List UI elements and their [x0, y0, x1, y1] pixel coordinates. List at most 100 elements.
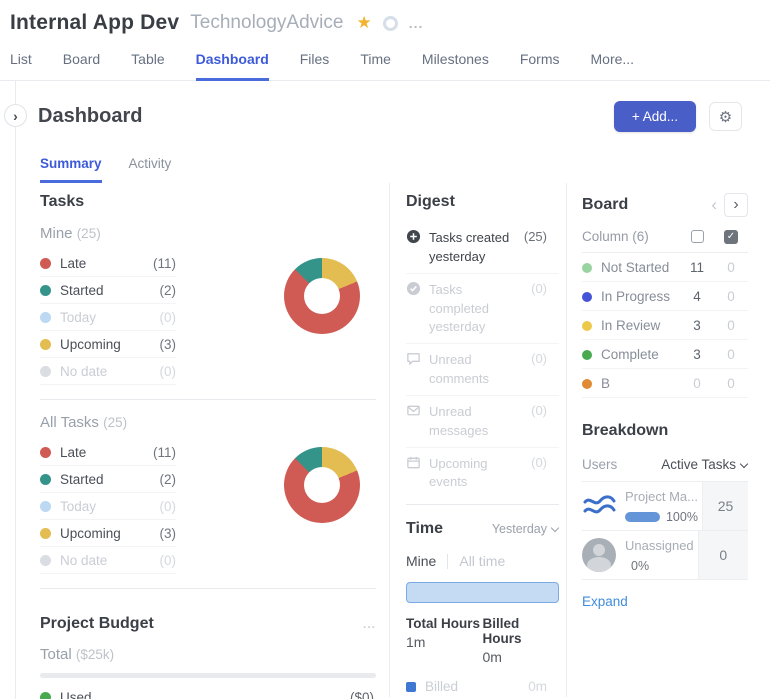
digest-tasks-completed[interactable]: Tasks completed yesterday (0): [406, 274, 559, 345]
digest-unread-messages[interactable]: Unread messages (0): [406, 396, 559, 448]
tasks-all-subtitle: All Tasks (25): [40, 414, 376, 431]
time-tab-all-time[interactable]: All time: [459, 553, 505, 569]
nav-tab-files[interactable]: Files: [300, 51, 330, 80]
board-row-in-progress[interactable]: In Progress40: [582, 282, 748, 311]
board-prev-icon[interactable]: ‹: [711, 195, 717, 215]
tasks-mine-donut-chart: [284, 258, 360, 334]
tab-summary[interactable]: Summary: [40, 156, 102, 183]
tab-activity[interactable]: Activity: [129, 156, 172, 183]
user-avatar-wave: [582, 489, 616, 523]
digest-upcoming-events[interactable]: Upcoming events (0): [406, 448, 559, 499]
status-dot: [40, 285, 51, 296]
task-row-late[interactable]: Late(11): [40, 250, 176, 277]
comment-icon: [406, 351, 421, 366]
digest-unread-comments[interactable]: Unread comments (0): [406, 344, 559, 396]
star-icon[interactable]: ★: [356, 13, 371, 33]
user-percent: 0%: [631, 559, 649, 573]
board-row-in-review[interactable]: In Review30: [582, 311, 748, 340]
expand-link[interactable]: Expand: [582, 594, 748, 609]
tasks-column: Tasks Mine (25) Late(11) Started(2) Toda…: [40, 183, 390, 697]
time-range-selector[interactable]: Yesterday: [492, 522, 559, 536]
panel-divider: [15, 81, 16, 699]
status-dot: [582, 263, 592, 273]
chevron-down-icon: [740, 460, 748, 468]
tasks-mine-subtitle: Mine (25): [40, 225, 376, 242]
board-row-b[interactable]: B00: [582, 369, 748, 398]
legend-swatch: [406, 682, 416, 692]
section-divider: [40, 588, 376, 589]
nav-tab-list[interactable]: List: [10, 51, 32, 80]
time-breakdown-rows: Billed0m Unbilled1m Billable1m Non-billa…: [406, 673, 559, 699]
users-label: Users: [582, 457, 661, 472]
status-dot: [582, 350, 592, 360]
board-row-complete[interactable]: Complete30: [582, 340, 748, 369]
user-name: Project Ma...: [625, 489, 698, 504]
nav-tab-dashboard[interactable]: Dashboard: [196, 51, 269, 81]
digest-list: Tasks created yesterday (25) Tasks compl…: [406, 222, 559, 498]
project-header: Internal App Dev TechnologyAdvice ★ ...: [0, 0, 770, 35]
progress-ring-icon[interactable]: [383, 16, 398, 31]
task-row-upcoming[interactable]: Upcoming(3): [40, 331, 176, 358]
budget-more-icon[interactable]: ...: [363, 617, 376, 631]
checkbox-checked-icon[interactable]: ✓: [724, 230, 738, 244]
user-task-count: 25: [702, 482, 748, 530]
time-progress-bar: [406, 582, 559, 603]
page-title: Dashboard: [38, 105, 142, 128]
status-dot: [40, 555, 51, 566]
board-section-title: Board: [582, 196, 628, 214]
section-divider: [406, 504, 559, 505]
checkbox-unchecked-icon[interactable]: [691, 230, 704, 243]
digest-tasks-created[interactable]: Tasks created yesterday (25): [406, 222, 559, 274]
user-task-count: 0: [698, 531, 748, 579]
nav-tab-milestones[interactable]: Milestones: [422, 51, 489, 80]
total-hours-label: Total Hours: [406, 616, 483, 631]
budget-total: Total ($25k): [40, 646, 376, 663]
unassigned-avatar-icon: [582, 538, 616, 572]
company-name: TechnologyAdvice: [190, 12, 343, 34]
nav-tab-table[interactable]: Table: [131, 51, 164, 80]
task-row-no-date[interactable]: No date(0): [40, 547, 176, 574]
settings-gear-icon[interactable]: ⚙: [709, 102, 742, 131]
status-dot: [40, 366, 51, 377]
add-button[interactable]: + Add...: [614, 101, 696, 132]
section-divider: [40, 399, 376, 400]
more-options-icon[interactable]: ...: [409, 15, 424, 31]
time-section-title: Time: [406, 520, 443, 538]
status-dot: [40, 474, 51, 485]
task-row-late[interactable]: Late(11): [40, 439, 176, 466]
nav-tab-time[interactable]: Time: [360, 51, 391, 80]
envelope-icon: [406, 403, 421, 418]
budget-row-used[interactable]: Used($0): [40, 682, 376, 699]
task-row-today[interactable]: Today(0): [40, 304, 176, 331]
task-row-upcoming[interactable]: Upcoming(3): [40, 520, 176, 547]
active-tasks-selector[interactable]: Active Tasks: [661, 457, 748, 472]
board-breakdown-column: Board ‹ › Column (6) ✓ Not Started110 In…: [567, 183, 748, 697]
tasks-all-list: Late(11) Started(2) Today(0) Upcoming(3)…: [40, 439, 176, 574]
nav-tab-more[interactable]: More...: [591, 51, 635, 80]
board-next-icon[interactable]: ›: [724, 193, 748, 217]
breakdown-row-project-manager[interactable]: Project Ma... 100% 25: [582, 482, 748, 531]
total-hours-value: 1m: [406, 634, 483, 650]
time-tab-mine[interactable]: Mine: [406, 553, 436, 569]
status-dot: [582, 292, 592, 302]
nav-tab-forms[interactable]: Forms: [520, 51, 560, 80]
time-totals: Total Hours 1m Billed Hours 0m: [406, 616, 559, 665]
calendar-icon: [406, 455, 421, 470]
task-row-started[interactable]: Started(2): [40, 466, 176, 493]
page-head: Dashboard + Add... ⚙: [0, 81, 770, 132]
project-title: Internal App Dev: [10, 11, 179, 35]
time-row-billed[interactable]: Billed0m: [406, 673, 559, 699]
nav-tab-board[interactable]: Board: [63, 51, 100, 80]
digest-section-title: Digest: [406, 193, 559, 211]
collapse-panel-button[interactable]: ›: [4, 104, 27, 127]
dashboard-sub-tabs: Summary Activity: [0, 132, 770, 183]
board-rows: Not Started110 In Progress40 In Review30…: [582, 253, 748, 398]
tasks-all-donut-chart: [284, 447, 360, 523]
breakdown-row-unassigned[interactable]: Unassigned 0% 0: [582, 531, 748, 580]
task-row-no-date[interactable]: No date(0): [40, 358, 176, 385]
circle-check-icon: [406, 281, 421, 296]
task-row-today[interactable]: Today(0): [40, 493, 176, 520]
task-row-started[interactable]: Started(2): [40, 277, 176, 304]
budget-section-title: Project Budget: [40, 615, 154, 633]
board-row-not-started[interactable]: Not Started110: [582, 253, 748, 282]
